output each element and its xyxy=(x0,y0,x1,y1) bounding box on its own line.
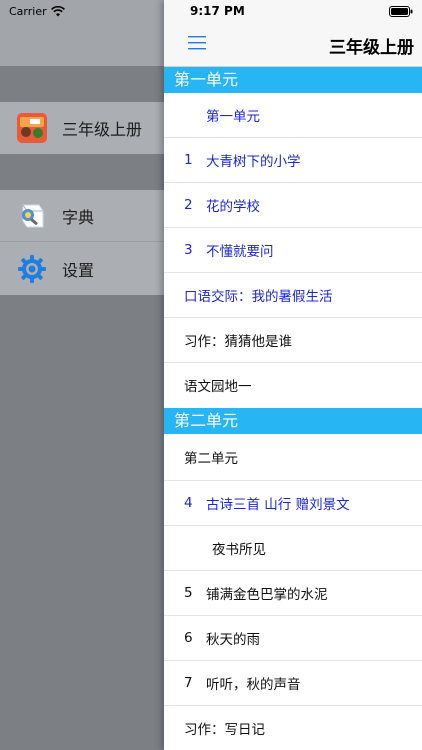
page-title: 三年级上册 xyxy=(329,38,414,58)
item-title: 听听，秋的声音 xyxy=(206,677,301,693)
list-item[interactable]: 口语交际：我的暑假生活 xyxy=(164,273,422,318)
list-item[interactable]: 夜书所见 xyxy=(164,526,422,571)
list-item[interactable]: 语文园地一 xyxy=(164,363,422,407)
item-number: 3 xyxy=(184,242,193,258)
item-title: 第一单元 xyxy=(206,109,260,125)
drawer-item-label: 字典 xyxy=(62,207,95,227)
item-title: 秋天的雨 xyxy=(206,632,260,648)
item-title: 古诗三首 山行 赠刘景文 xyxy=(206,497,350,513)
main-panel: 9:17 PM 三年级上册 第一单元 第一单元 1 大青树下的小学 2 花的学校 3… xyxy=(164,0,422,750)
drawer-item-settings[interactable]: 设置 xyxy=(0,242,164,295)
battery-icon xyxy=(389,6,413,17)
list-item[interactable]: 习作：写日记 xyxy=(164,706,422,750)
item-number: 2 xyxy=(184,197,193,213)
item-number: 7 xyxy=(184,675,193,691)
list-item[interactable]: 3 不懂就要问 xyxy=(164,228,422,273)
list-item[interactable]: 1 大青树下的小学 xyxy=(164,138,422,183)
item-title: 口语交际：我的暑假生活 xyxy=(184,289,333,305)
item-title: 不懂就要问 xyxy=(206,244,274,260)
status-left: Carrier xyxy=(9,4,65,18)
item-title: 大青树下的小学 xyxy=(206,154,301,170)
list-item[interactable]: 第二单元 xyxy=(164,434,422,481)
gear-icon xyxy=(18,254,46,283)
drawer-item-label: 三年级上册 xyxy=(62,120,143,139)
list-item[interactable]: 5 铺满金色巴掌的水泥 xyxy=(164,571,422,616)
item-number: 6 xyxy=(184,630,193,646)
dictionary-icon xyxy=(22,204,44,227)
drawer-item-grade3-vol1[interactable]: 三年级上册 xyxy=(0,102,164,154)
section-header-unit-1: 第一单元 xyxy=(164,67,422,93)
item-title: 第二单元 xyxy=(184,451,238,467)
drawer-item-dictionary[interactable]: 字典 xyxy=(0,190,164,242)
hamburger-menu-icon[interactable] xyxy=(188,35,206,51)
item-title: 夜书所见 xyxy=(212,542,266,558)
list-item[interactable]: 7 听听，秋的声音 xyxy=(164,661,422,706)
item-title: 习作：写日记 xyxy=(184,722,265,738)
list-item[interactable]: 6 秋天的雨 xyxy=(164,616,422,661)
carrier-label: Carrier xyxy=(9,4,47,18)
item-number: 1 xyxy=(184,152,193,168)
book-cover-icon xyxy=(17,113,47,143)
status-time: 9:17 PM xyxy=(190,4,245,18)
list-item[interactable]: 4 古诗三首 山行 赠刘景文 xyxy=(164,481,422,526)
drawer-header: Carrier xyxy=(0,0,164,66)
item-title: 铺满金色巴掌的水泥 xyxy=(206,587,328,603)
item-title: 花的学校 xyxy=(206,199,260,215)
item-title: 语文园地一 xyxy=(184,379,252,395)
drawer-item-label: 设置 xyxy=(62,260,95,280)
side-drawer: Carrier 三年级上册 字典 设置 xyxy=(0,0,164,750)
item-number: 4 xyxy=(184,495,193,511)
list-item[interactable]: 习作：猜猜他是谁 xyxy=(164,318,422,363)
section-header-unit-2: 第二单元 xyxy=(164,408,422,434)
status-bar: 9:17 PM xyxy=(164,0,422,22)
list-item[interactable]: 第一单元 xyxy=(164,93,422,138)
item-title: 习作：猜猜他是谁 xyxy=(184,334,292,350)
wifi-icon xyxy=(50,5,65,16)
list-item[interactable]: 2 花的学校 xyxy=(164,183,422,228)
item-number: 5 xyxy=(184,585,193,601)
nav-bar: 三年级上册 xyxy=(164,22,422,67)
